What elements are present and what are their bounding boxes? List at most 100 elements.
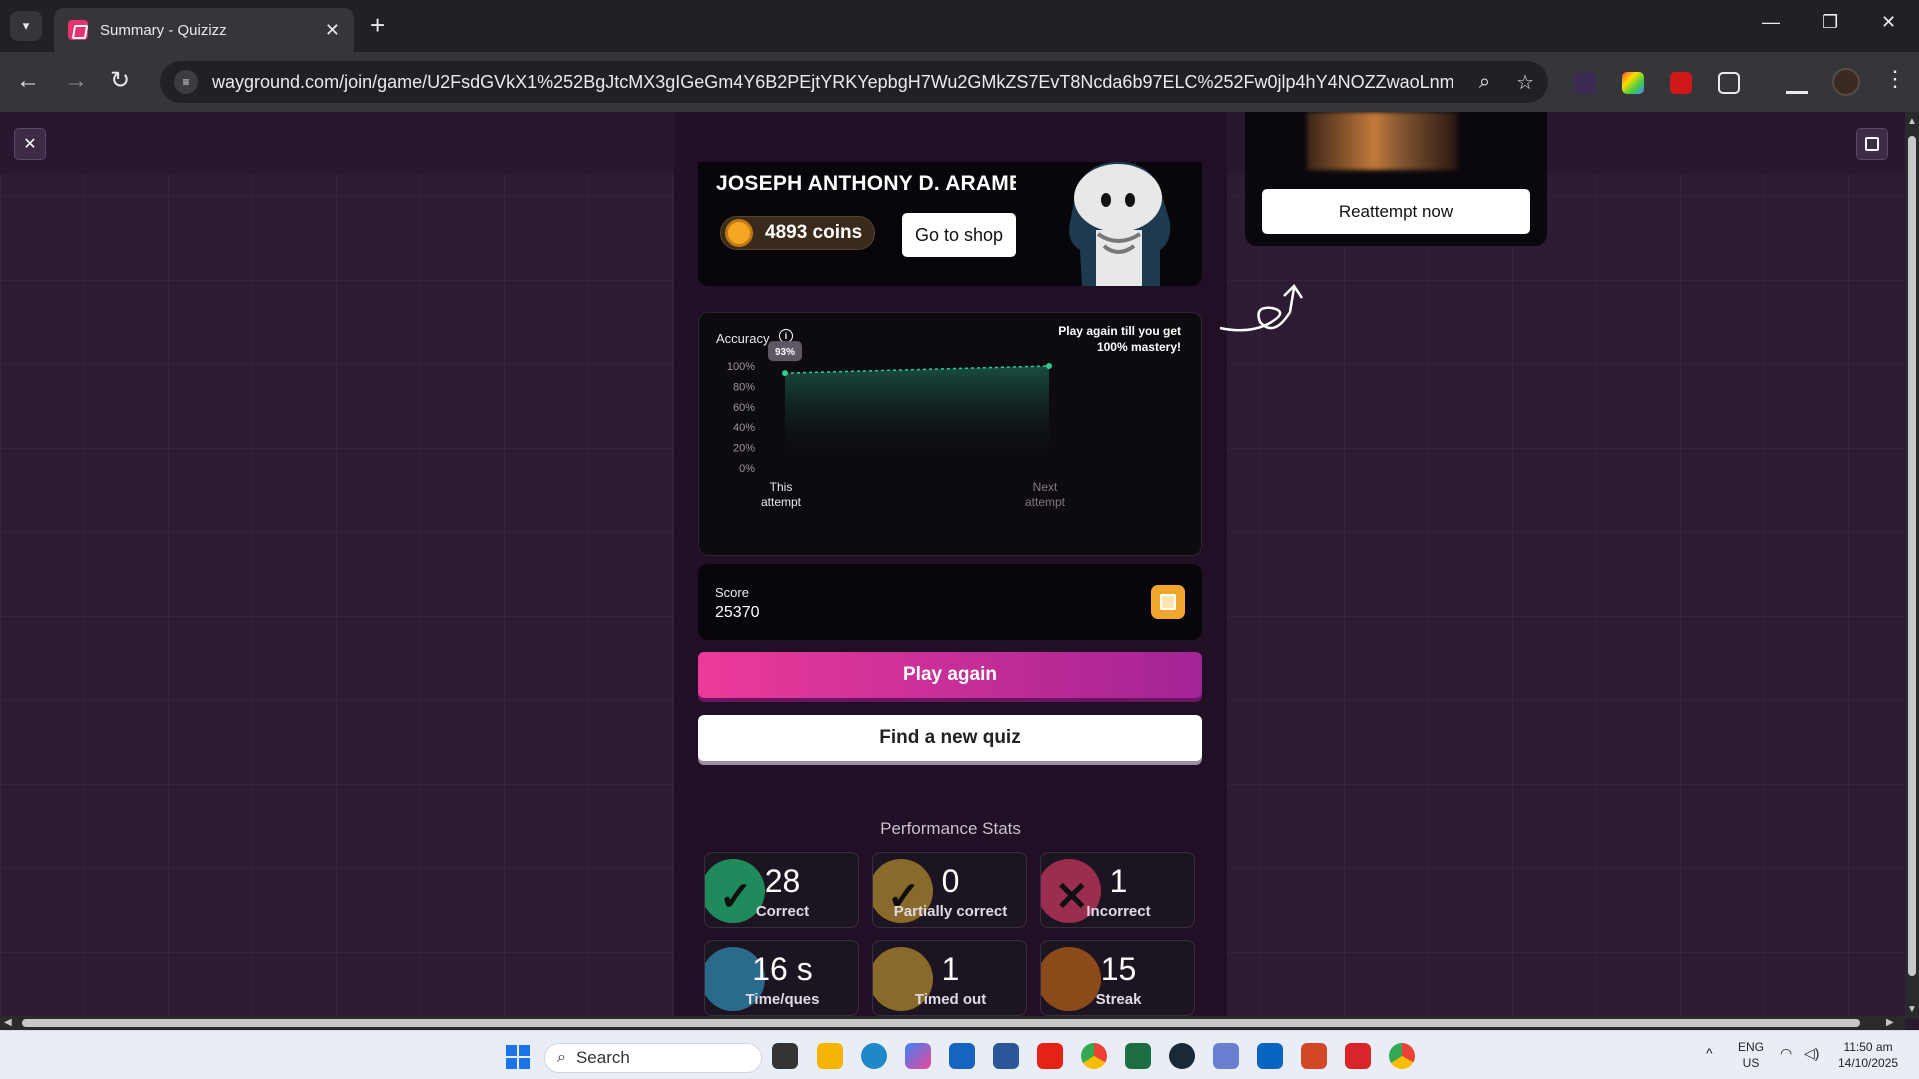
youtube-icon[interactable] [1037,1043,1063,1069]
task-view-icon[interactable] [772,1043,798,1069]
zoom-icon[interactable]: ⌕ [1479,71,1490,94]
score-card: Score 25370 [698,564,1202,640]
browser-toolbar: ← → ↻ ≡ wayground.com/join/game/U2FsdGVk… [0,52,1919,112]
bookmark-star-icon[interactable]: ☆ [1516,70,1534,95]
go-to-shop-button[interactable]: Go to shop [902,213,1016,257]
fullscreen-icon [1865,137,1879,151]
pdf-extension-icon[interactable] [1670,72,1692,94]
address-bar[interactable]: ≡ wayground.com/join/game/U2FsdGVkX1%252… [160,61,1548,103]
x-tick-label: Next attempt [1025,480,1066,509]
accuracy-chart-card: Accuracy i Play again till you get 100% … [698,312,1202,556]
stat-label: Incorrect [1086,903,1151,920]
extension-icon[interactable] [1574,72,1596,94]
fullscreen-button[interactable] [1856,128,1888,160]
profile-card: JOSEPH ANTHONY D. ARAMBA 4893 coins Go t… [698,162,1202,286]
tab-active[interactable]: Summary - Quizizz ✕ [54,8,354,52]
reattempt-now-button[interactable]: Reattempt now [1262,189,1530,234]
search-icon: ⌕ [557,1049,566,1066]
quiz-cover-image [1307,112,1457,170]
windows-start-icon[interactable] [506,1045,530,1069]
volume-icon[interactable]: ◁) [1804,1045,1819,1061]
taskbar-search[interactable]: ⌕ Search [544,1043,762,1073]
stat-value: 28 [764,863,801,899]
accuracy-point [1046,363,1052,369]
profile-avatar[interactable] [1832,68,1860,96]
site-info-icon[interactable]: ≡ [174,70,198,94]
show-hidden-icons[interactable]: ^ [1706,1045,1713,1061]
language-indicator[interactable]: ENG US [1738,1039,1764,1071]
stat-correct: ✓ 28 Correct [704,852,859,928]
scroll-up-icon[interactable]: ▲ [1907,116,1917,127]
y-tick-label: 0% [739,463,755,475]
score-value: 25370 [715,604,760,621]
edge-icon[interactable] [861,1043,887,1069]
wps-office-icon[interactable] [1345,1043,1371,1069]
steam-icon[interactable] [1169,1043,1195,1069]
excel-icon[interactable] [1125,1043,1151,1069]
media-control-icon[interactable] [1786,72,1808,94]
new-tab-button[interactable]: + [370,12,385,38]
snipping-tool-icon[interactable] [1213,1043,1239,1069]
scroll-left-icon[interactable]: ◀ [4,1017,12,1028]
back-button[interactable]: ← [16,66,40,96]
horizontal-scrollbar[interactable]: ◀ ▶ [0,1016,1905,1030]
vertical-scroll-thumb[interactable] [1908,136,1916,976]
powerpoint-icon[interactable] [1301,1043,1327,1069]
y-tick-label: 80% [733,381,755,393]
accuracy-area [785,366,1049,468]
browser-menu-icon[interactable]: ⋮ [1884,66,1906,92]
taskbar-search-label: Search [575,1048,630,1067]
browser-tabbar: ▾ Summary - Quizizz ✕ + — ❐ ✕ [0,0,1919,52]
tab-title: Summary - Quizizz [100,21,227,39]
outlook-icon[interactable] [1257,1043,1283,1069]
y-tick-label: 20% [733,443,755,455]
tab-close-icon[interactable]: ✕ [325,20,340,41]
stat-label: Partially correct [893,903,1008,920]
mascot-avatar [1069,162,1171,286]
play-again-button[interactable]: Play again [698,652,1202,698]
y-tick-label: 100% [727,361,755,373]
stat-label: Timed out [914,991,987,1008]
color-extension-icon[interactable] [1622,72,1644,94]
stat-streak: 15 Streak [1040,940,1195,1016]
scroll-down-icon[interactable]: ▼ [1907,1004,1917,1015]
tab-search-button[interactable]: ▾ [10,11,42,41]
forward-button[interactable]: → [64,66,88,96]
stat-value: 1 [1109,863,1128,899]
reload-button[interactable]: ↻ [110,66,130,96]
minimize-button[interactable]: — [1762,12,1780,33]
score-details-icon[interactable] [1151,585,1185,619]
vertical-scrollbar[interactable]: ▲ ▼ [1905,112,1919,1019]
stat-value: 16 s [752,951,813,987]
accuracy-point [782,370,788,377]
y-tick-label: 40% [733,422,755,434]
accuracy-chart: 100% 80% 60% 40% 20% 0% 93% This attempt Next at… [727,341,1066,509]
coins-badge: 4893 coins [720,216,876,250]
reattempt-card: Reattempt now [1245,112,1547,246]
stat-value: 15 [1100,951,1137,987]
windows-taskbar: ⌕ Search ^ ENG US ◠ ◁) 11:50 am 14/10/20… [0,1030,1919,1079]
scroll-right-icon[interactable]: ▶ [1886,1017,1894,1028]
find-new-quiz-button[interactable]: Find a new quiz [698,715,1202,761]
coins-count: 4893 coins [765,222,863,243]
clock-time: 11:50 am [1843,1040,1893,1054]
close-game-button[interactable]: ✕ [14,128,46,160]
x-tick-label: This attempt [761,480,802,509]
word-icon[interactable] [993,1043,1019,1069]
copilot-icon[interactable] [905,1043,931,1069]
restore-button[interactable]: ❐ [1822,12,1838,33]
horizontal-scroll-thumb[interactable] [22,1019,1860,1027]
close-window-button[interactable]: ✕ [1881,12,1896,33]
extensions-puzzle-icon[interactable] [1718,72,1740,94]
stat-timed-out: 1 Timed out [872,940,1027,1016]
url-text[interactable]: wayground.com/join/game/U2FsdGVkX1%252Bg… [212,72,1453,93]
clock[interactable]: 11:50 am 14/10/2025 [1838,1039,1898,1071]
chrome-active-icon[interactable] [1389,1043,1415,1069]
wifi-icon[interactable]: ◠ [1780,1045,1792,1061]
region-code: US [1742,1056,1760,1070]
store-icon[interactable] [949,1043,975,1069]
file-explorer-icon[interactable] [817,1043,843,1069]
chrome-icon[interactable] [1081,1043,1107,1069]
svg-text:93%: 93% [775,347,795,358]
accuracy-badge: 93% [768,341,802,362]
